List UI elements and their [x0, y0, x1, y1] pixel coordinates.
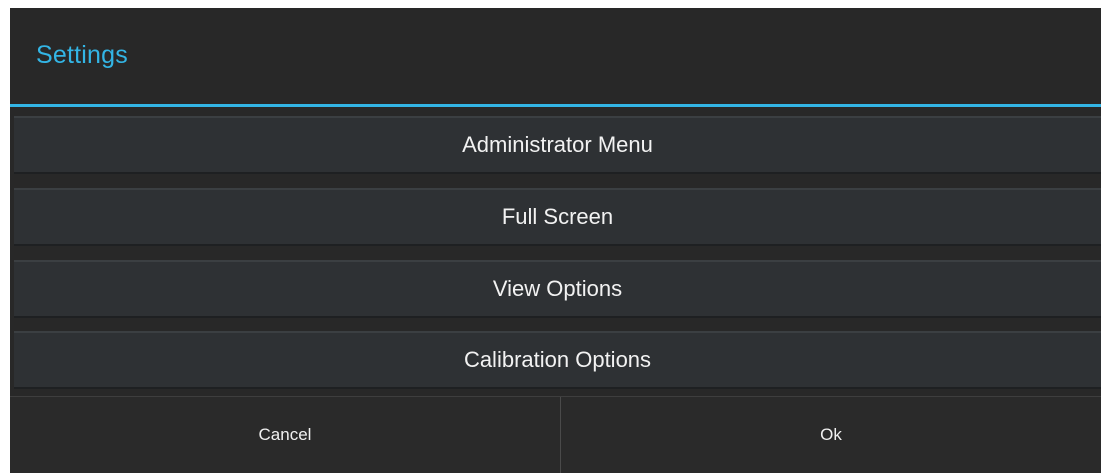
calibration-options-button[interactable]: Calibration Options: [14, 331, 1101, 389]
dialog-title-bar: Settings: [10, 8, 1101, 104]
full-screen-button[interactable]: Full Screen: [14, 188, 1101, 246]
dialog-button-bar: Cancel Ok: [10, 396, 1101, 473]
dialog-title: Settings: [36, 41, 128, 69]
title-divider: [10, 104, 1101, 107]
administrator-menu-button[interactable]: Administrator Menu: [14, 116, 1101, 174]
view-options-button[interactable]: View Options: [14, 260, 1101, 318]
cancel-button[interactable]: Cancel: [10, 397, 560, 473]
settings-dialog: Settings Administrator Menu Full Screen …: [10, 8, 1101, 473]
ok-button[interactable]: Ok: [561, 397, 1101, 473]
